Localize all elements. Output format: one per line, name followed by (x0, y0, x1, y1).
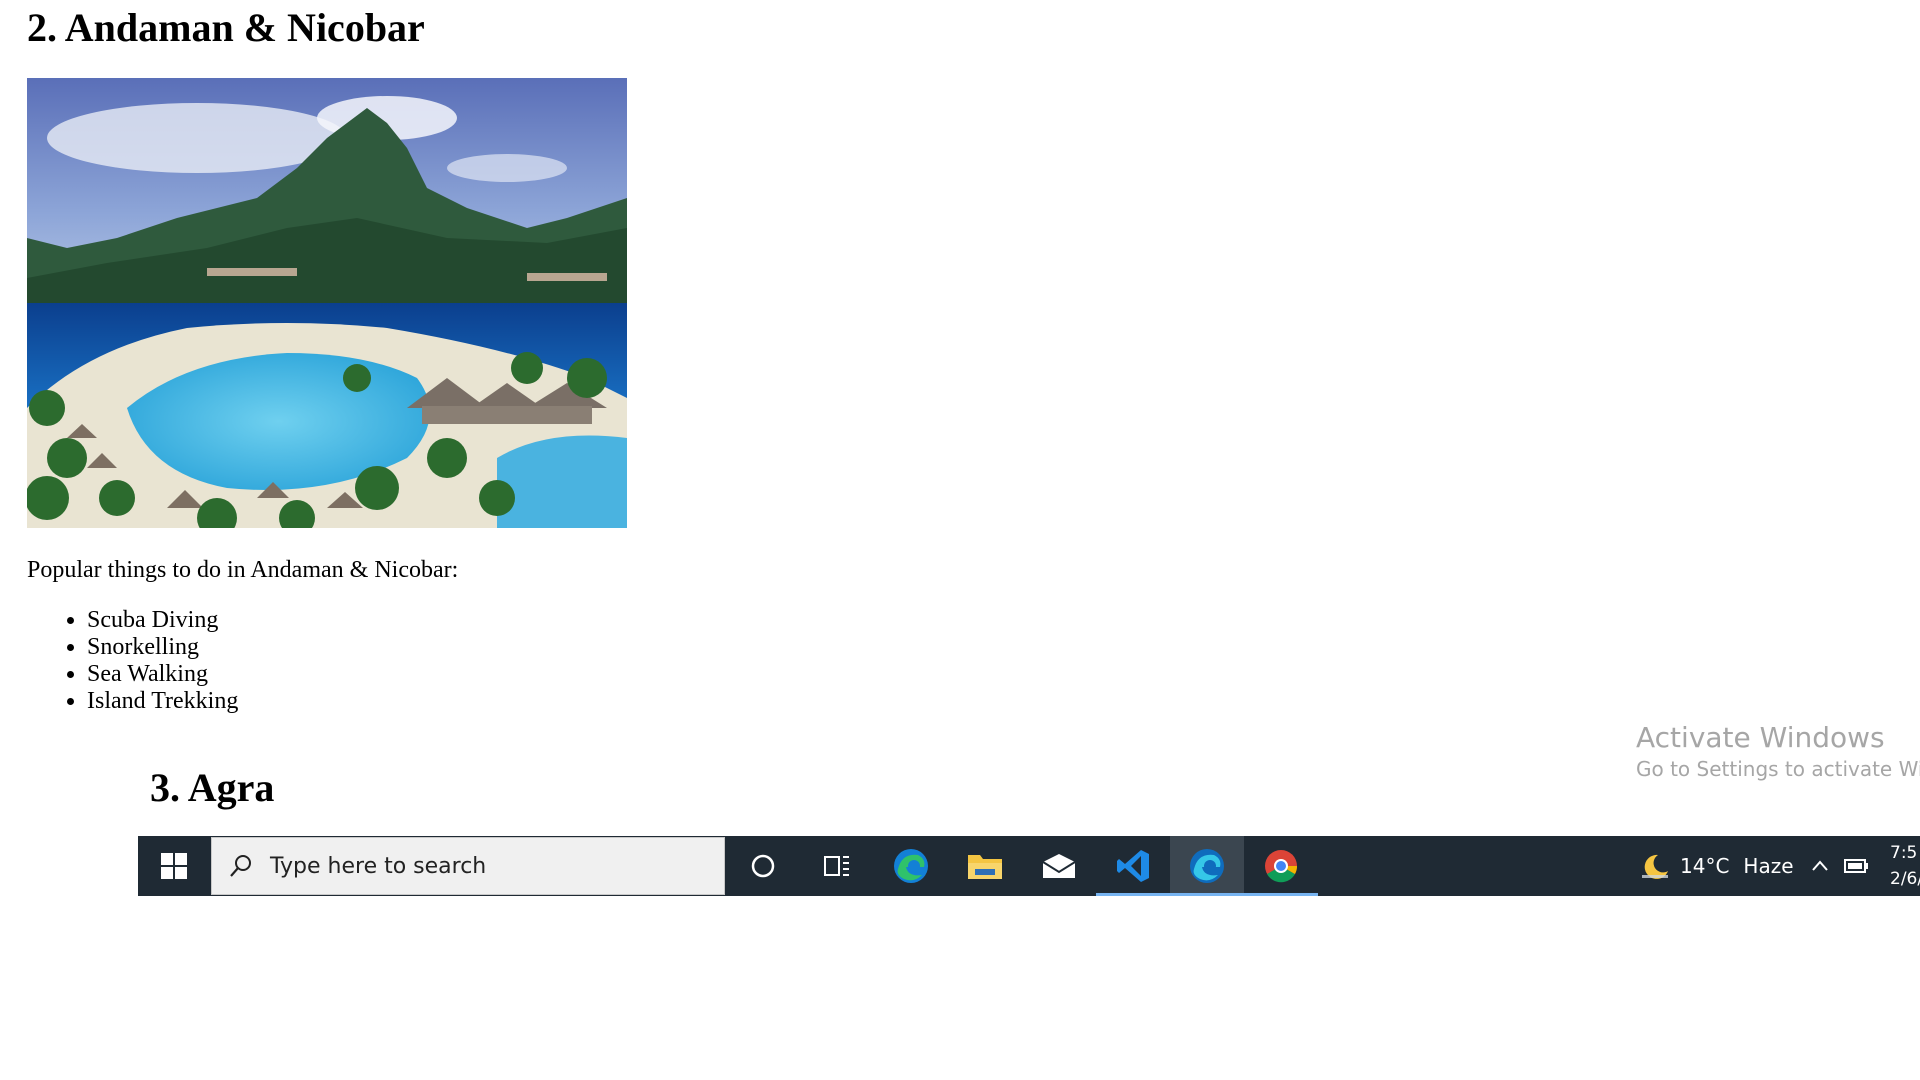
battery-icon (1844, 859, 1868, 873)
cortana-button[interactable] (726, 836, 800, 896)
edge-dev-icon (1190, 849, 1224, 883)
taskbar: Type here to search 14°C Haze 7:5 2/6/ (138, 836, 1920, 896)
edge-icon (894, 849, 928, 883)
mail-button[interactable] (1022, 836, 1096, 896)
list-item: Island Trekking (87, 688, 238, 715)
list-item: Sea Walking (87, 661, 238, 688)
running-indicator (1096, 893, 1170, 896)
weather-condition: Haze (1743, 854, 1794, 878)
running-indicator (1244, 893, 1318, 896)
list-item: Scuba Diving (87, 607, 238, 634)
weather-widget[interactable]: 14°C Haze (1638, 836, 1794, 896)
watermark-subtitle: Go to Settings to activate Windows. (1636, 757, 1920, 781)
clock-time: 7:5 (1890, 843, 1918, 863)
cortana-icon (751, 854, 775, 878)
windows-logo-icon (161, 853, 187, 879)
activity-list: Scuba Diving Snorkelling Sea Walking Isl… (27, 607, 238, 715)
watermark-title: Activate Windows (1636, 721, 1885, 754)
mail-icon (1042, 854, 1076, 878)
battery-button[interactable] (1843, 836, 1869, 896)
start-button[interactable] (138, 836, 210, 896)
section-heading-agra: 3. Agra (150, 765, 275, 810)
list-item: Snorkelling (87, 634, 238, 661)
task-view-icon (824, 856, 849, 876)
file-explorer-button[interactable] (948, 836, 1022, 896)
taskbar-search-box[interactable]: Type here to search (211, 837, 725, 895)
file-explorer-icon (968, 855, 1002, 879)
running-indicator (1170, 893, 1244, 896)
chrome-icon (1265, 850, 1298, 883)
edge-dev-button[interactable] (1170, 836, 1244, 896)
vscode-icon (1117, 850, 1149, 882)
activate-windows-watermark: Activate Windows Go to Settings to activ… (1636, 721, 1920, 783)
intro-text: Popular things to do in Andaman & Nicoba… (27, 557, 459, 583)
weather-temp: 14°C (1680, 854, 1730, 878)
clock-date: 2/6/ (1890, 869, 1920, 889)
andaman-island-photo (27, 78, 627, 528)
chevron-up-icon (1812, 860, 1828, 871)
task-view-button[interactable] (800, 836, 874, 896)
edge-button[interactable] (874, 836, 948, 896)
section-heading-andaman: 2. Andaman & Nicobar (27, 5, 425, 50)
vscode-button[interactable] (1096, 836, 1170, 896)
search-icon (228, 853, 254, 879)
show-hidden-icons-button[interactable] (1810, 836, 1830, 896)
moon-icon (1642, 854, 1668, 879)
chrome-button[interactable] (1244, 836, 1318, 896)
search-placeholder: Type here to search (270, 853, 487, 879)
taskbar-clock[interactable]: 7:5 2/6/ (1890, 840, 1920, 892)
